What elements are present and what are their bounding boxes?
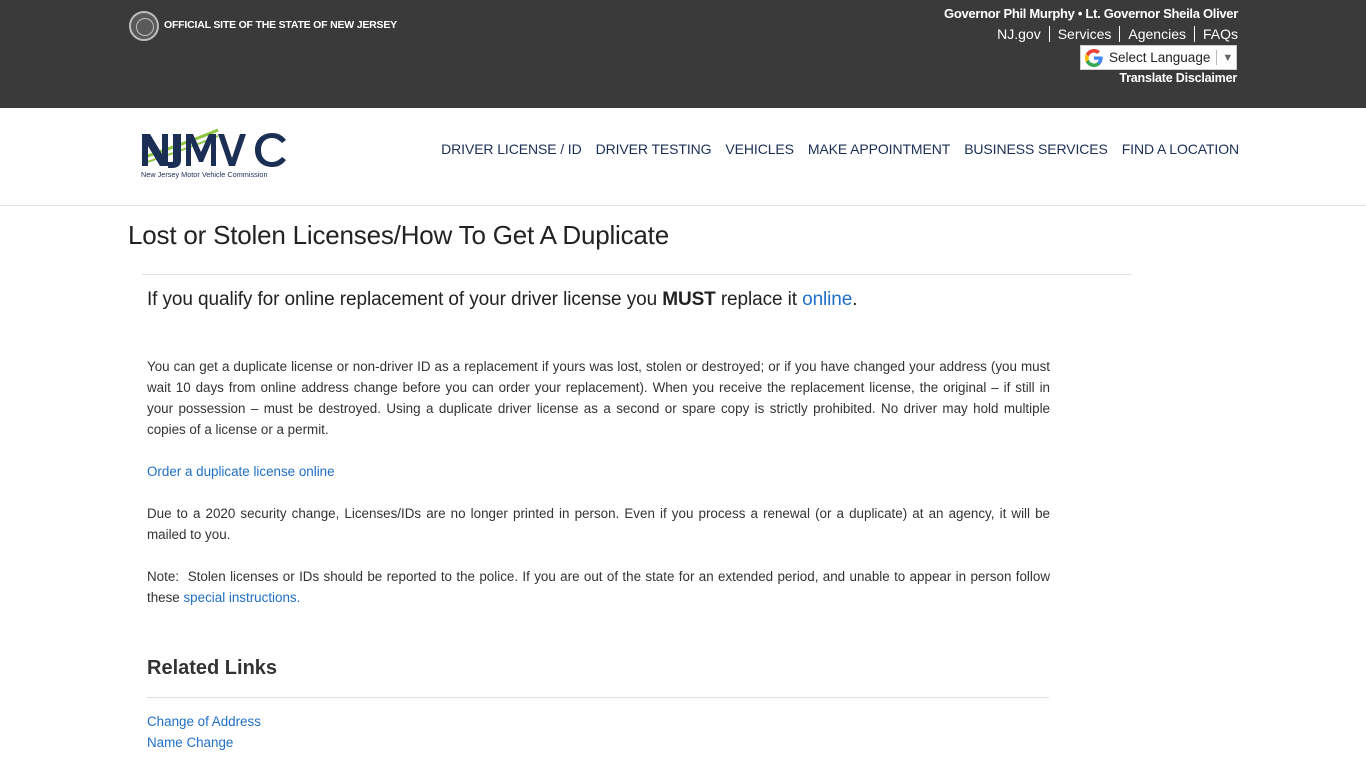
nav-driver-testing[interactable]: DRIVER TESTING [596, 141, 712, 157]
order-link-paragraph: Order a duplicate license online [147, 461, 1050, 482]
lead-text-start: If you qualify for online replacement of… [147, 289, 663, 310]
agencies-link[interactable]: Agencies [1119, 26, 1194, 42]
language-select[interactable]: Select Language ▼ [1080, 45, 1237, 70]
note-paragraph: Note: Stolen licenses or IDs should be r… [147, 566, 1050, 608]
njmvc-logo[interactable]: New Jersey Motor Vehicle Commission [140, 118, 290, 184]
nav-driver-license[interactable]: DRIVER LICENSE / ID [441, 141, 582, 157]
site-header: New Jersey Motor Vehicle Commission DRIV… [0, 108, 1366, 206]
title-divider [142, 274, 1131, 275]
main-nav: DRIVER LICENSE / ID DRIVER TESTING VEHIC… [427, 141, 1239, 157]
nav-business-services[interactable]: BUSINESS SERVICES [964, 141, 1108, 157]
lead-text-middle: replace it [715, 289, 803, 310]
related-link-name-change[interactable]: Name Change [147, 735, 233, 750]
logo-subtitle: New Jersey Motor Vehicle Commission [141, 170, 268, 179]
online-replacement-link[interactable]: online [802, 289, 852, 310]
related-links-divider [147, 697, 1049, 698]
nav-make-appointment[interactable]: MAKE APPOINTMENT [808, 141, 950, 157]
order-duplicate-link[interactable]: Order a duplicate license online [147, 464, 335, 479]
language-select-label: Select Language [1109, 50, 1211, 65]
lead-emphasis: MUST [662, 289, 716, 310]
security-change-paragraph: Due to a 2020 security change, Licenses/… [147, 506, 1050, 542]
language-select-divider [1216, 50, 1218, 65]
nav-vehicles[interactable]: VEHICLES [725, 141, 794, 157]
services-link[interactable]: Services [1048, 26, 1120, 42]
nav-find-location[interactable]: FIND A LOCATION [1122, 141, 1239, 157]
official-site-label: OFFICIAL SITE OF THE STATE OF NEW JERSEY [164, 19, 397, 31]
related-links-heading: Related Links [147, 657, 278, 679]
faqs-link[interactable]: FAQs [1193, 26, 1238, 42]
dropdown-arrow-icon: ▼ [1222, 51, 1234, 64]
special-instructions-link[interactable]: special instructions. [183, 590, 300, 605]
translate-disclaimer-link[interactable]: Translate Disclaimer [1119, 71, 1237, 85]
njgov-link[interactable]: NJ.gov [989, 26, 1049, 42]
lead-text-end: . [852, 289, 858, 310]
governor-line: Governor Phil Murphy • Lt. Governor Shei… [944, 6, 1238, 21]
google-icon [1085, 48, 1103, 67]
related-link-change-of-address[interactable]: Change of Address [147, 714, 261, 729]
state-bar: OFFICIAL SITE OF THE STATE OF NEW JERSEY… [0, 0, 1366, 108]
duplicate-info-paragraph: You can get a duplicate license or non-d… [147, 359, 1050, 437]
lead-statement: If you qualify for online replacement of… [147, 289, 858, 311]
state-top-links: NJ.gov Services Agencies FAQs [989, 26, 1238, 42]
page-title: Lost or Stolen Licenses/How To Get A Dup… [128, 220, 669, 250]
nj-seal-icon [129, 11, 159, 41]
